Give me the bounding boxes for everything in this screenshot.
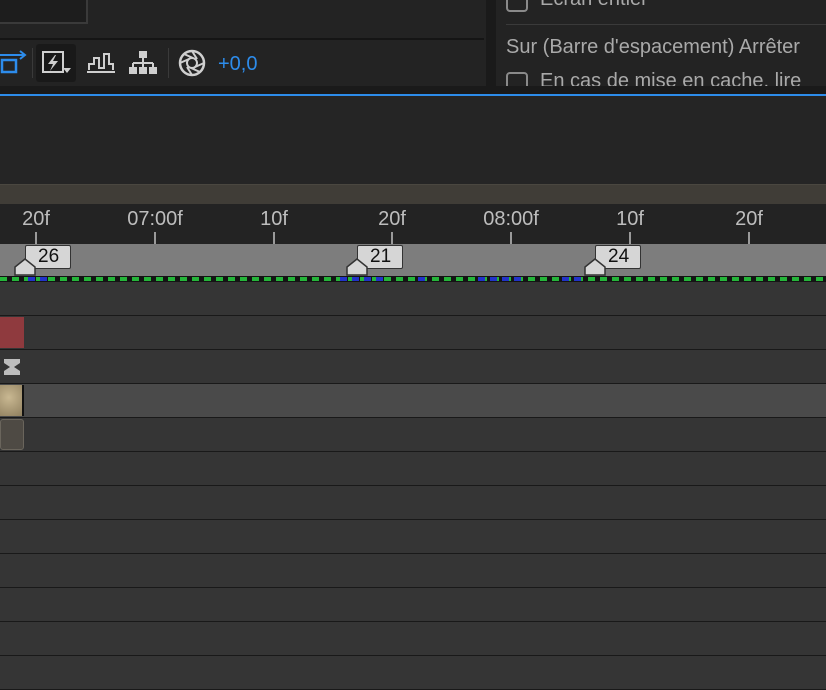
shortcut-label[interactable]: Sur (Barre d'espacement) Arrêter <box>506 36 800 59</box>
channel-graph-icon <box>87 53 115 73</box>
fast-previews-button[interactable] <box>36 44 76 82</box>
fast-previews-icon <box>42 51 71 73</box>
composition-panel-footer: +0,0 <box>0 0 486 86</box>
cache-segment <box>340 277 347 281</box>
ruler-label: 10f <box>260 208 288 230</box>
footage-thumbnail[interactable] <box>0 385 24 416</box>
cache-label: En cas de mise en cache, lire <box>540 70 802 86</box>
layer-track[interactable] <box>0 554 826 588</box>
layer-bar[interactable] <box>0 317 24 348</box>
marker-pin-icon <box>584 258 606 276</box>
ruler-tick <box>748 232 750 244</box>
channel-graph-button[interactable] <box>86 44 116 82</box>
fullscreen-label: Écran entier <box>540 0 648 11</box>
cache-segment <box>376 277 383 281</box>
layer-track[interactable] <box>0 418 826 452</box>
cache-segment <box>418 277 425 281</box>
viewer-toolbar: +0,0 <box>0 44 484 82</box>
timeline-header-area <box>0 96 826 184</box>
layer-track[interactable] <box>0 384 826 418</box>
layer-tracks <box>0 282 826 690</box>
fit-layer-button[interactable] <box>0 44 28 82</box>
toolbar-separator <box>168 48 169 78</box>
flowchart-icon <box>129 51 157 74</box>
preview-panel: Écran entier Sur (Barre d'espacement) Ar… <box>496 0 826 86</box>
cache-segment <box>28 277 35 281</box>
divider <box>0 38 484 40</box>
ruler-label: 10f <box>616 208 644 230</box>
panel-gap <box>0 86 826 94</box>
cache-checkbox[interactable] <box>506 72 528 86</box>
layer-track[interactable] <box>0 622 826 656</box>
ruler-tick <box>391 232 393 244</box>
cache-segment <box>562 277 569 281</box>
layer-track[interactable] <box>0 520 826 554</box>
ruler-label: 20f <box>378 208 406 230</box>
panel-divider[interactable] <box>486 0 496 86</box>
marker-track: 26 21 24 <box>0 244 826 276</box>
ruler-tick <box>35 232 37 244</box>
flowchart-button[interactable] <box>128 44 158 82</box>
work-area-bar[interactable] <box>0 184 826 205</box>
ruler-label: 08:00f <box>483 208 539 230</box>
layer-track[interactable] <box>0 486 826 520</box>
cache-segment <box>364 277 371 281</box>
layer-track[interactable] <box>0 350 826 384</box>
marker-pin-icon <box>346 258 368 276</box>
ruler-tick <box>273 232 275 244</box>
cache-segment <box>514 277 521 281</box>
layer-bar[interactable] <box>0 419 24 450</box>
cache-segment <box>574 277 581 281</box>
cache-segment <box>502 277 509 281</box>
ruler-label: 07:00f <box>127 208 183 230</box>
ruler-tick <box>510 232 512 244</box>
fullscreen-checkbox[interactable] <box>506 0 528 12</box>
divider <box>506 24 826 25</box>
layer-track[interactable] <box>0 656 826 690</box>
ruler-label: 20f <box>735 208 763 230</box>
ruler-label: 20f <box>22 208 50 230</box>
exposure-value[interactable]: +0,0 <box>218 44 257 82</box>
layer-track[interactable] <box>0 316 826 350</box>
exposure-reset-button[interactable] <box>176 44 208 82</box>
aperture-icon <box>178 49 206 77</box>
cache-segment <box>352 277 359 281</box>
cache-segment <box>478 277 485 281</box>
layer-track[interactable] <box>0 452 826 486</box>
layer-track[interactable] <box>0 588 826 622</box>
cache-segment <box>490 277 497 281</box>
viewer-area <box>0 0 88 24</box>
ruler-tick <box>629 232 631 244</box>
fit-layer-icon <box>0 50 27 74</box>
toolbar-separator <box>32 48 33 78</box>
cache-segment <box>40 277 47 281</box>
layer-track[interactable] <box>0 282 826 316</box>
marker-pin-icon <box>14 258 36 276</box>
ruler-tick <box>154 232 156 244</box>
time-ruler[interactable]: 20f 07:00f 10f 20f 08:00f 10f 20f <box>0 204 826 244</box>
text-layer-icon <box>4 359 20 375</box>
